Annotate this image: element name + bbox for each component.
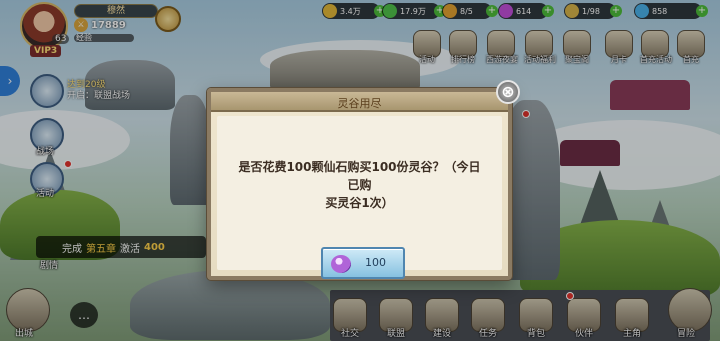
dialog-body: 是否花费100颗仙石购买100份灵谷？（今日已购 买灵谷1次） 100 [217, 116, 502, 279]
close-icon[interactable]: ⊗ [496, 80, 520, 104]
immortal-stone-icon [331, 255, 351, 273]
buy-button[interactable]: 100 [321, 247, 405, 279]
dialog-message: 是否花费100颗仙石购买100份灵谷？（今日已购 买灵谷1次） [238, 160, 481, 210]
purchase-dialog: 灵谷用尽 ⊗ 是否花费100颗仙石购买100份灵谷？（今日已购 买灵谷1次） 1… [207, 80, 520, 280]
dialog-header: 灵谷用尽 [211, 92, 508, 112]
dialog-title: 灵谷用尽 [337, 97, 382, 110]
buy-cost: 100 [365, 256, 386, 269]
